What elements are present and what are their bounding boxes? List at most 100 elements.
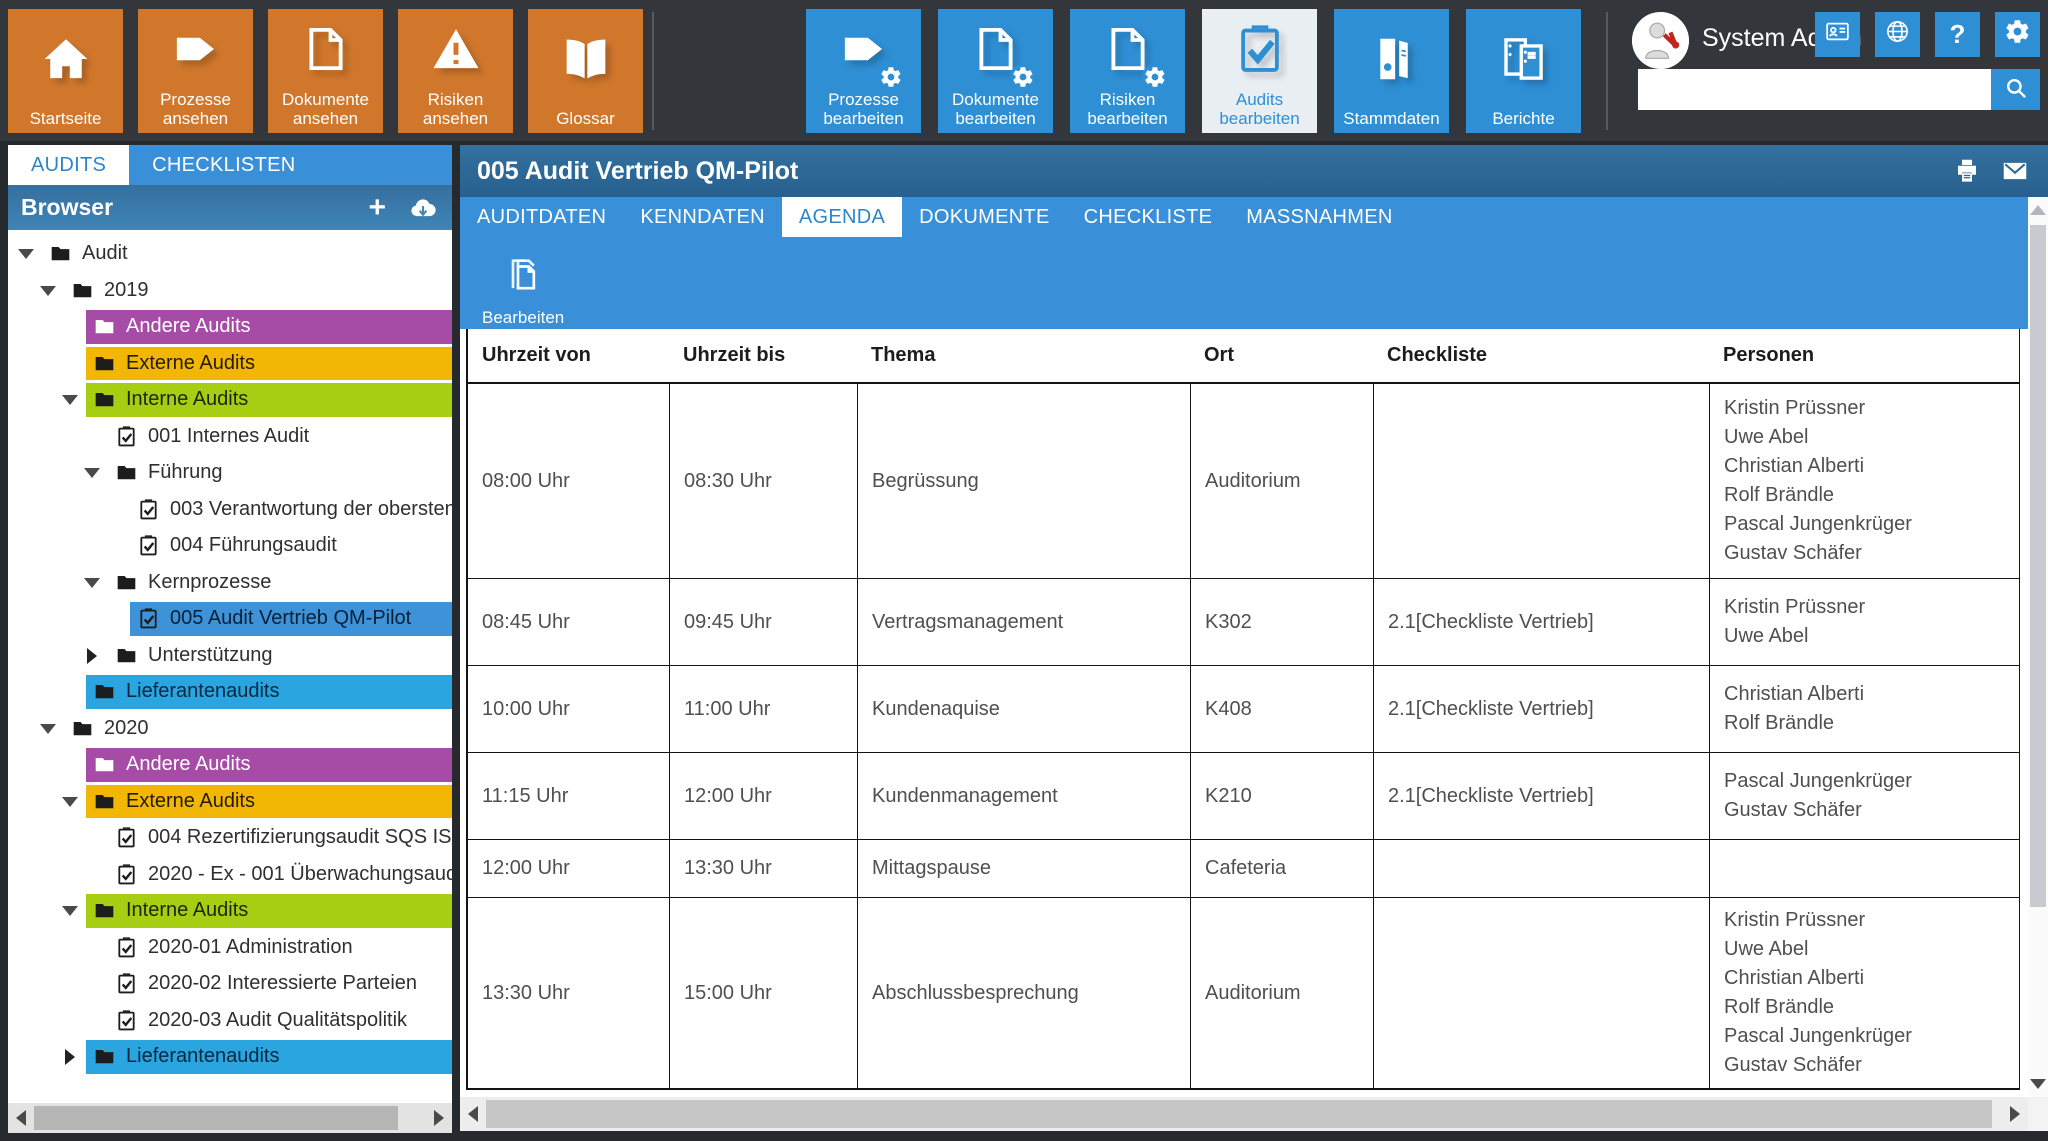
scroll-up-arrow[interactable] (2030, 205, 2046, 215)
expand-arrow-icon[interactable] (62, 395, 78, 405)
tree-item-004-rezertifizierungsaudit-sqs-iso-9[interactable]: 004 Rezertifizierungsaudit SQS ISO 9 (8, 820, 452, 857)
edit-button-audits-bearbeiten[interactable]: Audits bearbeiten (1202, 9, 1317, 133)
expand-arrow-icon[interactable] (40, 286, 56, 296)
tree-item-lieferantenaudits[interactable]: Lieferantenaudits (8, 1039, 452, 1076)
globe-icon (1884, 18, 1911, 52)
expand-arrow-icon[interactable] (40, 724, 56, 734)
scroll-down-arrow[interactable] (2030, 1079, 2046, 1089)
tree-item-führung[interactable]: Führung (8, 455, 452, 492)
scrollbar-thumb[interactable] (486, 1100, 1992, 1128)
tree-item-label: Führung (148, 461, 223, 484)
agenda-row-5[interactable]: 12:00 Uhr13:30 UhrMittagspauseCafeteria (468, 839, 2019, 897)
settings-button[interactable] (1995, 12, 2040, 57)
clipboard-check-icon (1202, 9, 1317, 90)
tree-item-005-audit-vertrieb-qm-pilot[interactable]: 005 Audit Vertrieb QM-Pilot (8, 601, 452, 638)
expand-arrow-icon[interactable] (62, 906, 78, 916)
agenda-row-2[interactable]: 08:45 Uhr09:45 UhrVertragsmanagementK302… (468, 578, 2019, 665)
view-button-risiken-ansehen[interactable]: Risiken ansehen (398, 9, 513, 133)
settings-icon (2004, 18, 2031, 52)
cell-ort: K210 (1190, 753, 1373, 839)
tree-item-2020[interactable]: 2020 (8, 711, 452, 748)
scroll-left-arrow[interactable] (460, 1097, 486, 1131)
tab-auditdaten[interactable]: AUDITDATEN (460, 197, 623, 237)
tree-item-2020-03-audit-qualitätspolitik[interactable]: 2020-03 Audit Qualitätspolitik (8, 1003, 452, 1040)
person-name: Christian Alberti (1724, 680, 1864, 709)
gear-icon (1010, 64, 1036, 90)
tree-item-004-führungsaudit[interactable]: 004 Führungsaudit (8, 528, 452, 565)
search-input[interactable] (1638, 69, 1991, 110)
edit-button-berichte[interactable]: Berichte (1466, 9, 1581, 133)
cell-thema: Vertragsmanagement (857, 579, 1190, 665)
agenda-row-6[interactable]: 13:30 Uhr15:00 UhrAbschlussbesprechungAu… (468, 897, 2019, 1090)
scroll-left-arrow[interactable] (8, 1103, 34, 1133)
cell-personen: Kristin PrüssnerUwe AbelChristian Albert… (1709, 898, 2019, 1088)
sidebar-tab-audits[interactable]: AUDITS (8, 145, 129, 185)
expand-arrow-icon[interactable] (84, 468, 100, 478)
button-label: Audits bearbeiten (1202, 90, 1317, 128)
edit-button-risiken-bearbeiten[interactable]: Risiken bearbeiten (1070, 9, 1185, 133)
tree-item-label: Interne Audits (126, 388, 248, 411)
tree-item-externe-audits[interactable]: Externe Audits (8, 346, 452, 383)
tree-item-label: 2020 - Ex - 001 Überwachungsaudit I (148, 863, 452, 886)
tree-item-andere-audits[interactable]: Andere Audits (8, 309, 452, 346)
cell-uhrzeit-bis: 15:00 Uhr (669, 898, 857, 1088)
tree-item-003-verantwortung-der-obersten-l[interactable]: 003 Verantwortung der obersten L (8, 492, 452, 529)
print-icon[interactable] (1952, 156, 1982, 186)
help-button[interactable]: ? (1935, 12, 1980, 57)
button-label: Glossar (554, 109, 617, 128)
globe-button[interactable] (1875, 12, 1920, 57)
tab-checkliste[interactable]: CHECKLISTE (1067, 197, 1230, 237)
search-button[interactable] (1991, 69, 2040, 110)
scrollbar-thumb[interactable] (34, 1106, 398, 1130)
tree-item-kernprozesse[interactable]: Kernprozesse (8, 565, 452, 602)
tree-item-interne-audits[interactable]: Interne Audits (8, 893, 452, 930)
tree-item-interne-audits[interactable]: Interne Audits (8, 382, 452, 419)
tab-massnahmen[interactable]: MASSNAHMEN (1229, 197, 1409, 237)
tree-item-unterstützung[interactable]: Unterstützung (8, 638, 452, 675)
email-icon[interactable] (2000, 156, 2030, 186)
collapse-arrow-icon[interactable] (87, 648, 97, 664)
avatar[interactable] (1632, 12, 1689, 69)
view-button-dokumente-ansehen[interactable]: Dokumente ansehen (268, 9, 383, 133)
person-name: Gustav Schäfer (1724, 539, 1912, 568)
tree-item-2020-02-interessierte-parteien[interactable]: 2020-02 Interessierte Parteien (8, 966, 452, 1003)
tree-item-lieferantenaudits[interactable]: Lieferantenaudits (8, 674, 452, 711)
tree-item-andere-audits[interactable]: Andere Audits (8, 747, 452, 784)
view-button-glossar[interactable]: Glossar (528, 9, 643, 133)
scrollbar-thumb[interactable] (2030, 225, 2046, 907)
collapse-arrow-icon[interactable] (65, 1049, 75, 1065)
edit-button-dokumente-bearbeiten[interactable]: Dokumente bearbeiten (938, 9, 1053, 133)
edit-agenda-button[interactable]: Bearbeiten (482, 245, 564, 328)
tree-item-externe-audits[interactable]: Externe Audits (8, 784, 452, 821)
tree-item-001-internes-audit[interactable]: 001 Internes Audit (8, 419, 452, 456)
contact-card-button[interactable] (1815, 12, 1860, 57)
expand-arrow-icon[interactable] (84, 578, 100, 588)
tree-item-label: Lieferantenaudits (126, 1045, 279, 1068)
tree-item-2019[interactable]: 2019 (8, 273, 452, 310)
agenda-row-3[interactable]: 10:00 Uhr11:00 UhrKundenaquiseK4082.1[Ch… (468, 665, 2019, 752)
view-button-startseite[interactable]: Startseite (8, 9, 123, 133)
agenda-row-4[interactable]: 11:15 Uhr12:00 UhrKundenmanagementK2102.… (468, 752, 2019, 839)
tree-item-label: 004 Führungsaudit (170, 534, 337, 557)
tree-item-2020-01-administration[interactable]: 2020-01 Administration (8, 930, 452, 967)
person-name: Gustav Schäfer (1724, 796, 1912, 825)
cloud-download-icon[interactable] (408, 193, 438, 223)
agenda-content: Uhrzeit vonUhrzeit bisThemaOrtCheckliste… (460, 329, 2028, 1097)
edit-button-stammdaten[interactable]: Stammdaten (1334, 9, 1449, 133)
tree-item-2020-ex-001-überwachungsaudit-i[interactable]: 2020 - Ex - 001 Überwachungsaudit I (8, 857, 452, 894)
sidebar-tab-checklisten[interactable]: CHECKLISTEN (129, 145, 318, 185)
tab-kenndaten[interactable]: KENNDATEN (623, 197, 782, 237)
edit-button-prozesse-bearbeiten[interactable]: Prozesse bearbeiten (806, 9, 921, 133)
scroll-right-arrow[interactable] (426, 1103, 452, 1133)
tree-item-audit[interactable]: Audit (8, 236, 452, 273)
main-panel: 005 Audit Vertrieb QM-Pilot AUDITDATENKE… (460, 145, 2048, 1133)
cell-checkliste: 2.1[Checkliste Vertrieb] (1373, 753, 1709, 839)
view-button-prozesse-ansehen[interactable]: Prozesse ansehen (138, 9, 253, 133)
expand-arrow-icon[interactable] (18, 249, 34, 259)
tab-dokumente[interactable]: DOKUMENTE (902, 197, 1066, 237)
scroll-right-arrow[interactable] (2002, 1097, 2028, 1131)
expand-arrow-icon[interactable] (62, 797, 78, 807)
agenda-row-1[interactable]: 08:00 Uhr08:30 UhrBegrüssungAuditoriumKr… (468, 382, 2019, 578)
tab-agenda[interactable]: AGENDA (782, 197, 902, 237)
add-icon[interactable]: + (368, 193, 386, 223)
